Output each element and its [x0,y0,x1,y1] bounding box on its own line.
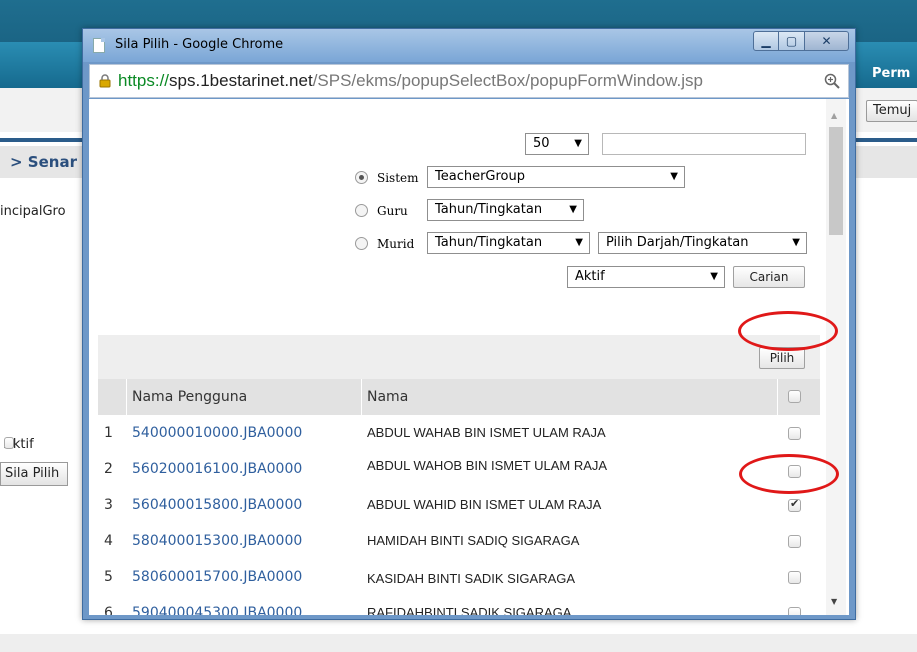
close-button[interactable]: ✕ [805,31,849,51]
username-link[interactable]: 580600015700.JBA0000 [132,569,302,585]
address-bar[interactable]: https://sps.1bestarinet.net/SPS/ekms/pop… [89,64,849,98]
row-number: 2 [104,461,113,477]
row-number: 3 [104,497,113,513]
scrollbar-thumb[interactable] [829,127,843,235]
column-divider [361,379,362,415]
radio-murid-label: Murid [377,237,415,251]
username-link[interactable]: 590400045300.JBA0000 [132,605,302,615]
user-name: RAFIDAHBINTI SADIK SIGARAGA [367,605,572,615]
vertical-scrollbar[interactable]: ▲ ▼ [826,99,846,615]
select-all-checkbox[interactable] [788,390,801,403]
darjah-select-value: Pilih Darjah/Tingkatan [606,235,749,250]
user-name: ABDUL WAHID BIN ISMET ULAM RAJA [367,497,602,512]
window-title: Sila Pilih - Google Chrome [115,37,284,52]
username-link[interactable]: 540000010000.JBA0000 [132,425,302,441]
radio-guru[interactable] [355,204,368,217]
dropdown-arrow-icon: ▼ [575,237,583,248]
row-checkbox-checked[interactable] [788,497,801,512]
popup-content: 50 ▼ Sistem TeacherGroup ▼ Guru Tahun/Ting… [89,99,849,615]
radio-guru-label: Guru [377,204,408,218]
column-divider [777,379,778,415]
guru-select[interactable]: Tahun/Tingkatan ▼ [427,199,584,221]
header-menu-perm[interactable]: Perm [872,66,910,81]
table-row: 2 560200016100.JBA0000 ABDUL WAHOB BIN I… [98,451,820,487]
row-checkbox[interactable] [788,535,801,548]
annotation-circle-pilih [738,311,838,351]
username-link[interactable]: 560400015800.JBA0000 [132,497,302,513]
radio-murid[interactable] [355,237,368,250]
user-name: ABDUL WAHAB BIN ISMET ULAM RAJA [367,425,606,440]
breadcrumb[interactable]: > Senar [10,153,77,171]
table-row: 1 540000010000.JBA0000 ABDUL WAHAB BIN I… [98,415,820,451]
row-checkbox[interactable] [788,571,801,584]
table-row: 3 560400015800.JBA0000 ABDUL WAHID BIN I… [98,487,820,523]
table-row: 5 580600015700.JBA0000 KASIDAH BINTI SAD… [98,559,820,595]
dropdown-arrow-icon: ▼ [710,271,718,282]
principal-group-text: incipalGro [0,204,66,219]
page-footer [0,634,917,652]
window-titlebar[interactable]: Sila Pilih - Google Chrome ▁ ▢ ✕ [83,29,855,62]
radio-sistem[interactable] [355,171,368,184]
darjah-select[interactable]: Pilih Darjah/Tingkatan ▼ [598,232,807,254]
column-header-name[interactable]: Nama [367,389,408,405]
url-text[interactable]: https://sps.1bestarinet.net/SPS/ekms/pop… [118,71,703,91]
username-link[interactable]: 560200016100.JBA0000 [132,461,302,477]
row-checkbox[interactable] [788,427,801,440]
aktif-checkbox[interactable] [4,437,14,449]
minimize-button[interactable]: ▁ [753,31,779,51]
window-controls: ▁ ▢ ✕ [753,31,849,51]
search-input[interactable] [602,133,806,155]
aktif-checkbox-row[interactable]: Aktif [4,437,34,452]
table-row: 4 580400015300.JBA0000 HAMIDAH BINTI SAD… [98,523,820,559]
row-number: 5 [104,569,113,585]
maximize-button[interactable]: ▢ [779,31,805,51]
zoom-icon[interactable] [824,73,840,89]
radio-sistem-label: Sistem [377,171,419,185]
user-name: ABDUL WAHOB BIN ISMET ULAM RAJA [367,458,608,473]
row-checkbox[interactable] [788,607,801,615]
page-size-select[interactable]: 50 ▼ [525,133,589,155]
url-path: /SPS/ekms/popupSelectBox/popupFormWindow… [312,71,703,90]
table-toolbar [98,335,820,379]
annotation-circle-checkbox [739,454,839,494]
murid-select-value: Tahun/Tingkatan [435,235,543,250]
column-divider [126,379,127,415]
scroll-up-arrow-icon[interactable]: ▲ [831,111,837,120]
url-host: sps.1bestarinet.net [169,71,313,90]
status-select[interactable]: Aktif ▼ [567,266,725,288]
sistem-select-value: TeacherGroup [435,169,526,184]
temuj-button[interactable]: Temuj [866,100,917,122]
dropdown-arrow-icon: ▼ [792,237,800,248]
lock-icon [99,74,111,88]
dropdown-arrow-icon: ▼ [670,171,678,182]
row-number: 4 [104,533,113,549]
status-select-value: Aktif [575,269,605,284]
sila-pilih-button[interactable]: Sila Pilih [0,462,69,486]
dropdown-arrow-icon: ▼ [569,204,577,215]
column-header-username[interactable]: Nama Pengguna [132,389,247,405]
table-row: 6 590400045300.JBA0000 RAFIDAHBINTI SADI… [98,595,820,615]
page-icon [93,38,105,53]
scroll-down-arrow-icon[interactable]: ▼ [831,597,837,606]
murid-select[interactable]: Tahun/Tingkatan ▼ [427,232,590,254]
table-header: Nama Pengguna Nama [98,379,820,415]
user-name: HAMIDAH BINTI SADIQ SIGARAGA [367,533,580,548]
row-number: 1 [104,425,113,441]
username-link[interactable]: 580400015300.JBA0000 [132,533,302,549]
dropdown-arrow-icon: ▼ [574,138,582,149]
url-scheme: https:// [118,71,170,90]
user-name: KASIDAH BINTI SADIK SIGARAGA [367,571,576,586]
sistem-select[interactable]: TeacherGroup ▼ [427,166,685,188]
page-size-value: 50 [533,136,550,151]
carian-button[interactable]: Carian [733,266,805,288]
guru-select-value: Tahun/Tingkatan [435,202,543,217]
row-number: 6 [104,605,113,615]
